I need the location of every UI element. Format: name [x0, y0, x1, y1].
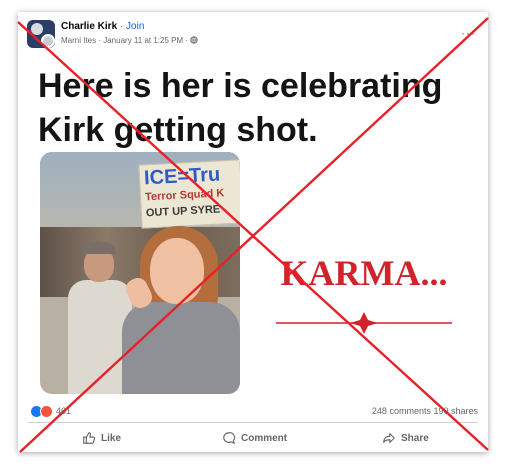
author-line: Charlie Kirk · Join	[61, 21, 144, 32]
more-options-icon[interactable]: ···	[461, 26, 476, 40]
protest-sign: ICE=Tru Terror Squad K OUT UP SYRE	[138, 159, 240, 229]
like-label: Like	[101, 432, 122, 444]
globe-icon	[190, 36, 198, 44]
post-meta-text[interactable]: Marni Ites · January 11 at 1:25 PM ·	[61, 36, 188, 45]
reaction-count[interactable]: 461	[56, 406, 71, 416]
comment-button[interactable]: Comment	[222, 428, 287, 448]
headline-line-1: Here is her is celebrating	[38, 67, 443, 105]
join-link[interactable]: Join	[126, 21, 144, 32]
image-headline: Here is her is celebrating Kirk getting …	[38, 64, 478, 152]
like-button[interactable]: Like	[82, 428, 121, 448]
reaction-stats: 461 248 comments 190 shares	[18, 404, 488, 422]
comment-label: Comment	[241, 432, 288, 444]
name-separator: ·	[117, 21, 127, 32]
comment-share-counts: 248 comments 190 shares	[372, 406, 478, 416]
flourish-divider-icon	[276, 312, 452, 334]
comment-bubble-icon	[223, 432, 236, 444]
thumbs-up-icon	[83, 432, 96, 444]
group-avatar-icon[interactable]	[27, 20, 55, 48]
post-meta: Marni Ites · January 11 at 1:25 PM ·	[61, 36, 198, 45]
woman-photo[interactable]: ICE=Tru Terror Squad K OUT UP SYRE	[40, 152, 240, 394]
sign-line-1: ICE=Tru	[143, 163, 221, 190]
post-header: Charlie Kirk · Join Marni Ites · January…	[18, 12, 488, 56]
headline-line-2: Kirk getting shot.	[38, 111, 318, 149]
post-actions: Like Comment Share	[18, 424, 488, 452]
angry-reaction-icon[interactable]	[40, 405, 53, 418]
karma-text: KARMA...	[280, 253, 448, 293]
shares-count[interactable]: 190 shares	[433, 406, 478, 416]
author-name[interactable]: Charlie Kirk	[61, 21, 117, 32]
facebook-post-card: Charlie Kirk · Join Marni Ites · January…	[18, 12, 488, 452]
share-arrow-icon	[383, 433, 395, 443]
share-label: Share	[401, 432, 429, 444]
comments-count[interactable]: 248 comments	[372, 406, 431, 416]
share-button[interactable]: Share	[382, 428, 429, 448]
actions-divider	[28, 422, 478, 423]
sign-line-3: OUT UP SYRE	[145, 203, 221, 220]
